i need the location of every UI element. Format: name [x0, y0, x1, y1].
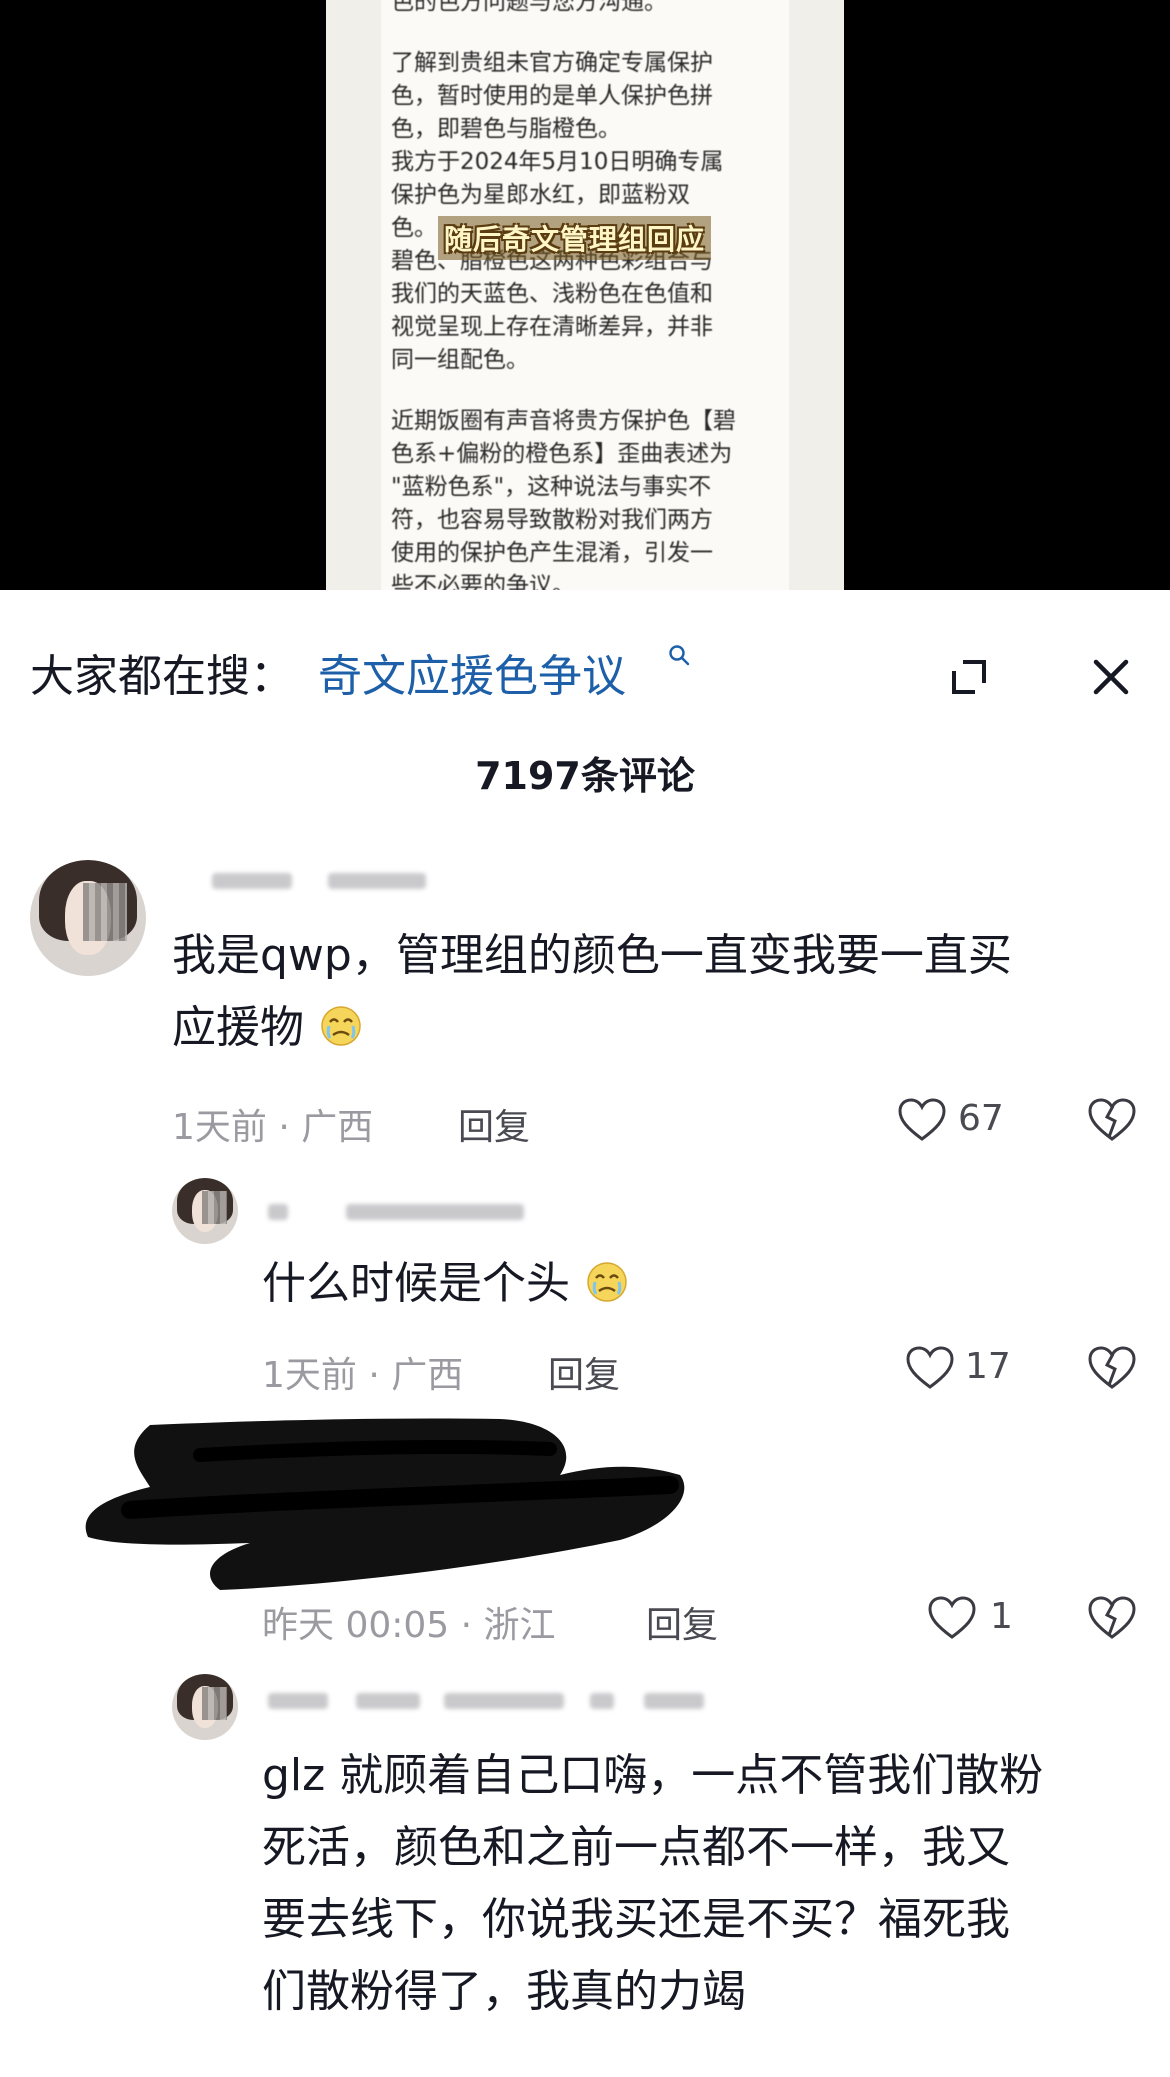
comment-meta: 1天前 · 广西: [262, 1355, 464, 1396]
like-count: 67: [958, 1098, 1004, 1139]
comment-text: 我是qwp，管理组的颜色一直变我要一直买 应援物: [172, 930, 1012, 1053]
username-blurred[interactable]: [268, 1693, 328, 1709]
comments-panel: 大家都在搜： 奇文应援色争议 7197条评论 我是qwp，管理组的颜色一直变我要…: [0, 590, 1170, 2077]
broken-heart-icon[interactable]: [1087, 1345, 1137, 1391]
video-caption: 随后奇文管理组回应: [438, 216, 712, 260]
close-icon[interactable]: [1078, 644, 1144, 710]
search-prefix: 大家都在搜：: [30, 651, 294, 702]
heart-icon[interactable]: [897, 1097, 947, 1143]
username-blurred[interactable]: [346, 1204, 524, 1220]
reply-button[interactable]: 回复: [548, 1346, 620, 1398]
reply-button[interactable]: 回复: [646, 1596, 718, 1648]
search-term-link[interactable]: 奇文应援色争议: [318, 640, 626, 704]
expand-icon[interactable]: [936, 644, 1002, 710]
document-screenshot: 色的色方问题与您方沟通。 了解到贵组未官方确定专属保护 色，暂时使用的是单人保护…: [326, 0, 844, 590]
username-blurred[interactable]: [644, 1693, 704, 1709]
avatar[interactable]: [172, 1178, 238, 1244]
like-count: 17: [965, 1346, 1011, 1387]
heart-icon[interactable]: [905, 1345, 955, 1391]
comment-meta: 1天前 · 广西: [172, 1107, 374, 1148]
comment-meta: 昨天 00:05 · 浙江: [262, 1605, 556, 1646]
heart-icon[interactable]: [927, 1595, 977, 1641]
redaction-scribble: [85, 1418, 685, 1590]
broken-heart-icon[interactable]: [1087, 1097, 1137, 1143]
username-blurred[interactable]: [444, 1693, 564, 1709]
avatar[interactable]: [172, 1674, 238, 1740]
search-icon[interactable]: [668, 644, 690, 666]
comment-text: glz 就顾着自己口嗨，一点不管我们散粉 死活，颜色和之前一点都不一样，我又 要…: [262, 1750, 1044, 2017]
comment-text: 什么时候是个头: [262, 1248, 1122, 1320]
like-count: 1: [990, 1596, 1013, 1637]
username-blurred[interactable]: [268, 1204, 288, 1220]
broken-heart-icon[interactable]: [1087, 1595, 1137, 1641]
avatar[interactable]: [30, 860, 146, 976]
video-player[interactable]: 色的色方问题与您方沟通。 了解到贵组未官方确定专属保护 色，暂时使用的是单人保护…: [0, 0, 1170, 590]
username-blurred[interactable]: [328, 873, 426, 889]
document-top-line: 色的色方问题与您方沟通。: [391, 0, 667, 15]
reply-button[interactable]: 回复: [458, 1098, 530, 1150]
comment-count-title: 7197条评论: [475, 754, 695, 798]
document-paragraph-1: 了解到贵组未官方确定专属保护 色，暂时使用的是单人保护色拼 色，即碧色与脂橙色。…: [391, 50, 724, 373]
username-blurred[interactable]: [212, 873, 292, 889]
document-paragraph-2: 近期饭圈有声音将贵方保护色【碧 色系+偏粉的橙色系】歪曲表述为 "蓝粉色系"，这…: [391, 408, 736, 590]
document-page: 色的色方问题与您方沟通。 了解到贵组未官方确定专属保护 色，暂时使用的是单人保护…: [381, 0, 789, 590]
emoji-icon: [321, 1006, 361, 1046]
emoji-icon: [587, 1262, 627, 1302]
username-blurred[interactable]: [356, 1693, 420, 1709]
username-blurred[interactable]: [590, 1693, 614, 1709]
